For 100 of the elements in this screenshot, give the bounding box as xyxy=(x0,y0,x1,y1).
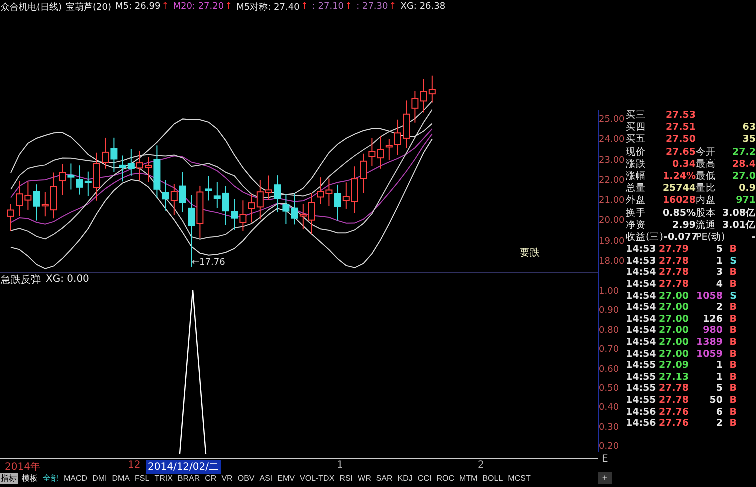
trade-volume: 126 xyxy=(702,314,723,326)
price-axis-label: 19.00 xyxy=(599,236,626,247)
stat-label: 总量 xyxy=(626,183,647,196)
stat-label: 量比 xyxy=(696,183,717,195)
trade-volume: 2 xyxy=(715,302,723,314)
trade-volume: 1 xyxy=(715,256,723,268)
trade-price: 27.00 xyxy=(658,314,689,326)
trade-price: 27.00 xyxy=(658,290,689,302)
indicator-tab[interactable]: CR xyxy=(204,474,218,483)
indicator-axis-label: 0.60 xyxy=(599,364,620,374)
date-axis-label: 2 xyxy=(478,460,484,471)
stat-value: 16028 xyxy=(662,195,696,208)
indicator-axis-label: 0.30 xyxy=(599,422,620,433)
indicator-tab[interactable]: RSI xyxy=(338,474,354,483)
date-axis-label: 1 xyxy=(337,460,344,471)
stat-value: -0.077 xyxy=(664,232,696,244)
indicator-tab[interactable]: BRAR xyxy=(176,474,202,483)
trade-volume: 50 xyxy=(708,394,723,407)
indicator-tab[interactable]: CCI xyxy=(416,474,433,483)
stat-label: 内盘 xyxy=(696,195,717,208)
trend-arrow: ↑ xyxy=(389,2,397,12)
trade-volume: 1058 xyxy=(696,290,723,302)
indicator-tab[interactable]: ASI xyxy=(258,474,274,483)
stat-label: 今开 xyxy=(696,146,717,159)
indicator-axis-label: 0.90 xyxy=(599,306,620,316)
indicator-tab[interactable]: SAR xyxy=(375,474,394,483)
trade-time: 14:54 xyxy=(626,336,656,349)
trade-side: B xyxy=(728,325,737,337)
stat-label: 外盘 xyxy=(626,195,647,208)
indicator-tab[interactable]: OBV xyxy=(236,474,256,483)
stat-value: 3.01亿 xyxy=(722,220,756,232)
stat-label: 收益(三) xyxy=(626,232,664,244)
indicator-tab[interactable]: TRIX xyxy=(154,474,174,483)
indicator-tab[interactable]: 指标 xyxy=(0,473,18,484)
indicator-tab[interactable]: 模板 xyxy=(21,473,39,484)
trade-volume: 2 xyxy=(715,418,723,430)
bid-volume: 63 xyxy=(742,122,756,134)
corner-label: E xyxy=(602,454,608,465)
candlestick xyxy=(222,186,230,226)
candlestick xyxy=(266,175,272,201)
trade-volume: 980 xyxy=(702,325,723,337)
indicator-tab[interactable]: WR xyxy=(357,474,372,483)
stat-value: 25744 xyxy=(662,183,696,196)
indicator-tab[interactable]: BOLL xyxy=(482,474,504,483)
trade-price: 27.78 xyxy=(658,383,689,395)
stat-label: 最低 xyxy=(696,171,717,183)
trade-volume: 1059 xyxy=(696,348,723,360)
chart-title: 众合机电(日线) xyxy=(1,2,62,14)
candlestick xyxy=(50,172,58,220)
indicator-tab[interactable]: EMV xyxy=(276,474,296,483)
trade-time: 14:53 xyxy=(626,244,656,256)
trade-time: 14:54 xyxy=(626,314,656,326)
indicator-tab[interactable]: MTM xyxy=(458,474,479,483)
indicator-axis-label: 0.70 xyxy=(599,345,620,356)
trade-volume: 6 xyxy=(715,406,723,418)
trade-price: 27.00 xyxy=(658,302,689,314)
trade-volume: 1389 xyxy=(696,336,723,349)
trade-side: B xyxy=(728,406,737,418)
bid-volume: 35 xyxy=(742,134,756,146)
stat-label: 涨幅 xyxy=(626,171,647,183)
indicator-tab[interactable]: MACD xyxy=(63,474,89,483)
stat-label: 换手 xyxy=(626,208,647,220)
indicator-value: : 27.10 xyxy=(312,2,344,12)
trade-time: 14:54 xyxy=(626,302,656,314)
trend-arrow: ↑ xyxy=(225,2,233,12)
indicator-tab[interactable]: VOL-TDX xyxy=(299,474,336,483)
trend-arrow: ↑ xyxy=(162,2,170,12)
bid-label: 买三 xyxy=(626,110,647,122)
add-button[interactable]: + xyxy=(598,472,612,484)
trade-price: 27.78 xyxy=(658,256,689,268)
stat-label: 涨跌 xyxy=(626,158,647,171)
indicator-tab[interactable]: ROC xyxy=(436,474,456,483)
stat-value: 27.2 xyxy=(732,146,756,159)
trade-side: B xyxy=(728,244,737,256)
trade-volume: 1 xyxy=(715,360,723,372)
indicator-tab[interactable]: KDJ xyxy=(396,474,414,483)
stat-label: PE(动) xyxy=(696,232,726,244)
indicator-tab[interactable]: 全部 xyxy=(42,473,60,484)
price-axis-label: 25.00 xyxy=(599,115,626,125)
indicator-tab[interactable]: MCST xyxy=(507,474,532,483)
trade-volume: 5 xyxy=(715,383,723,395)
trade-price: 27.78 xyxy=(658,279,689,291)
trade-price: 27.00 xyxy=(658,325,689,337)
indicator-tab[interactable]: DMA xyxy=(111,474,132,483)
stat-label: 现价 xyxy=(626,146,647,159)
trend-arrow: ↑ xyxy=(300,2,308,12)
price-axis-label: 18.00 xyxy=(599,256,626,267)
indicator-value: : 27.30 xyxy=(356,2,388,12)
trade-price: 27.78 xyxy=(658,267,689,280)
indicator-tab[interactable]: DMI xyxy=(92,474,108,483)
stat-value: 2.99 xyxy=(672,220,696,232)
trade-side: B xyxy=(728,372,737,384)
stat-value: 971 xyxy=(735,195,756,208)
bid-label: 买四 xyxy=(626,122,647,134)
trade-side: B xyxy=(728,302,737,314)
indicator-tab[interactable]: FSL xyxy=(134,474,151,483)
indicator-tab[interactable]: VR xyxy=(220,474,234,483)
trade-time: 14:54 xyxy=(626,279,656,291)
trade-side: B xyxy=(728,348,737,360)
price-axis-label: 22.00 xyxy=(599,176,626,186)
